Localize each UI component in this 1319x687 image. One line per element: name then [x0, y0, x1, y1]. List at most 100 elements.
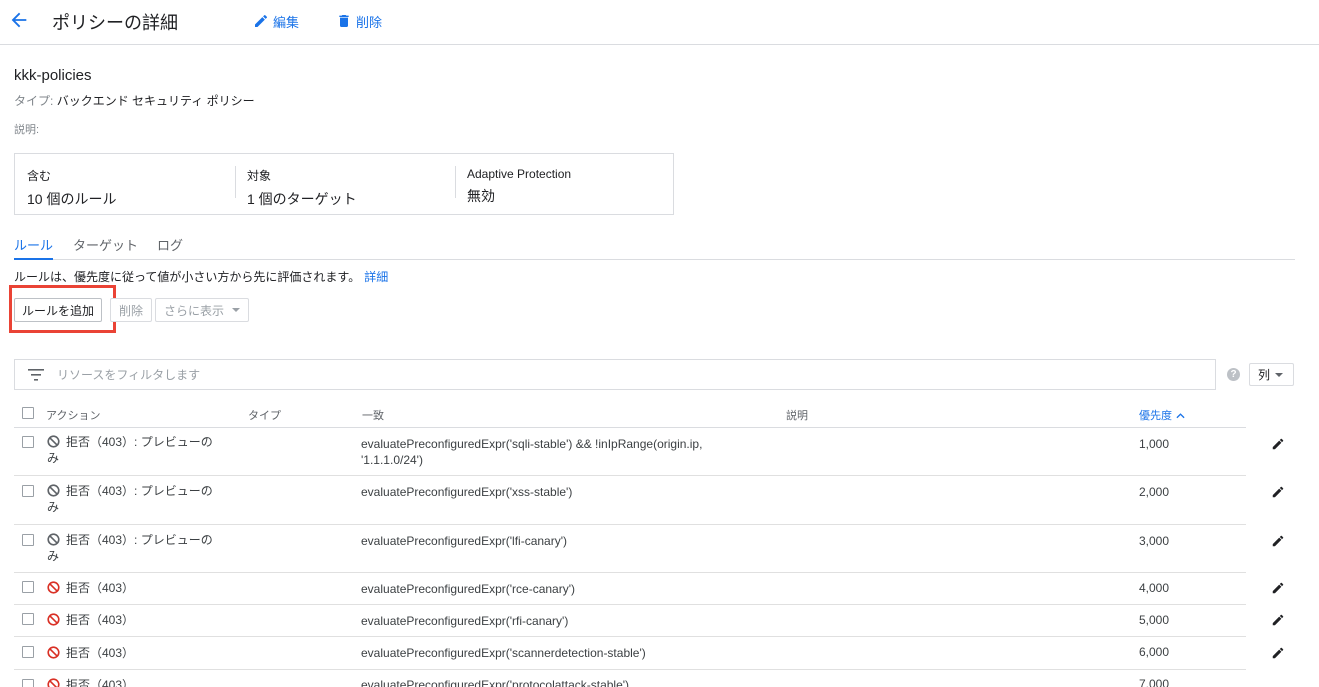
rule-action-label: 拒否（403）: プレビューのみ — [47, 484, 213, 514]
edit-pencil-icon[interactable] — [1271, 646, 1285, 660]
ban-icon — [47, 484, 60, 497]
page-title: ポリシーの詳細 — [52, 13, 178, 33]
edit-pencil-icon[interactable] — [1271, 613, 1285, 627]
header-priority[interactable]: 優先度 — [1139, 407, 1185, 423]
rule-action: 拒否（403）: プレビューのみ — [47, 532, 217, 564]
rule-action-label: 拒否（403）: プレビューのみ — [47, 435, 213, 465]
tab-bar: ルール ターゲット ログ — [14, 230, 1295, 260]
rules-info-text: ルールは、優先度に従って値が小さい方から先に評価されます。 — [14, 270, 361, 284]
table-row: 拒否（403）: プレビューのみ evaluatePreconfiguredEx… — [14, 428, 1284, 476]
summary-targets: 対象 1 個のターゲット — [235, 154, 455, 214]
table-row: 拒否（403） evaluatePreconfiguredExpr('rfi-c… — [14, 605, 1284, 637]
rule-match: evaluatePreconfiguredExpr('xss-stable') — [361, 485, 573, 499]
header-description[interactable]: 説明 — [786, 407, 808, 423]
filter-icon — [28, 369, 44, 381]
row-checkbox[interactable] — [22, 646, 34, 658]
edit-pencil-icon[interactable] — [1271, 581, 1285, 595]
row-checkbox[interactable] — [22, 679, 34, 687]
rule-action: 拒否（403）: プレビューのみ — [47, 483, 217, 515]
policy-name: kkk-policies — [14, 67, 92, 84]
trash-icon — [339, 15, 349, 27]
ban-icon — [47, 613, 60, 626]
edit-pencil-icon[interactable] — [1271, 437, 1285, 451]
more-button[interactable]: さらに表示 — [155, 298, 250, 322]
rule-action: 拒否（403） — [47, 580, 217, 596]
back-arrow-icon[interactable] — [8, 9, 30, 31]
rule-match: evaluatePreconfiguredExpr('rfi-canary') — [361, 614, 569, 628]
policy-type-label: タイプ: — [14, 94, 54, 108]
policy-type-value: バックエンド セキュリティ ポリシー — [56, 94, 255, 108]
table-row: 拒否（403） evaluatePreconfiguredExpr('proto… — [14, 670, 1246, 687]
columns-button[interactable]: 列 — [1249, 363, 1294, 386]
tab-rules[interactable]: ルール — [14, 235, 54, 260]
delete-rule-button[interactable]: 削除 — [110, 298, 153, 322]
learn-more-link[interactable]: 詳細 — [364, 270, 388, 284]
header-priority-label: 優先度 — [1139, 410, 1172, 422]
chevron-down-icon — [1275, 372, 1284, 377]
rule-action: 拒否（403）: プレビューのみ — [47, 434, 217, 466]
header-match[interactable]: 一致 — [362, 407, 384, 423]
row-checkbox[interactable] — [22, 613, 34, 625]
help-icon[interactable]: ? — [1227, 368, 1240, 381]
ban-icon — [47, 678, 60, 687]
rule-action: 拒否（403） — [47, 645, 217, 661]
rule-action-label: 拒否（403）: プレビューのみ — [47, 533, 213, 563]
rule-action-label: 拒否（403） — [66, 613, 135, 627]
rule-match: evaluatePreconfiguredExpr('scannerdetect… — [361, 646, 646, 660]
delete-button[interactable]: 削除 — [336, 12, 382, 30]
select-all-checkbox[interactable] — [22, 407, 34, 419]
rule-action-label: 拒否（403） — [66, 581, 135, 595]
rule-priority: 2,000 — [1139, 485, 1170, 499]
summary-label: 含む — [27, 169, 52, 183]
edit-label: 編集 — [273, 14, 300, 30]
table-row: 拒否（403） evaluatePreconfiguredExpr('scann… — [14, 637, 1284, 670]
table-row: 拒否（403） evaluatePreconfiguredExpr('rce-c… — [14, 573, 1284, 605]
ban-icon — [47, 435, 60, 448]
tab-logs[interactable]: ログ — [157, 235, 183, 260]
policy-type: タイプ: バックエンド セキュリティ ポリシー — [14, 92, 255, 109]
rule-priority: 3,000 — [1139, 534, 1170, 548]
row-checkbox[interactable] — [22, 581, 34, 593]
summary-label: 対象 — [247, 169, 272, 183]
summary-value: 10 個のルール — [27, 191, 117, 207]
filter-input[interactable] — [57, 366, 1197, 384]
edit-pencil-icon[interactable] — [1271, 534, 1285, 548]
edit-pencil-icon[interactable] — [1271, 485, 1285, 499]
add-rule-button[interactable]: ルールを追加 — [14, 298, 102, 322]
rule-priority: 1,000 — [1139, 437, 1170, 451]
rules-info: ルールは、優先度に従って値が小さい方から先に評価されます。 詳細 — [14, 268, 388, 285]
policy-description-label: 説明: — [14, 124, 40, 136]
edit-button[interactable]: 編集 — [253, 12, 299, 30]
row-checkbox[interactable] — [22, 436, 34, 448]
row-checkbox[interactable] — [22, 534, 34, 546]
rule-action: 拒否（403） — [47, 612, 217, 628]
rule-match: evaluatePreconfiguredExpr('sqli-stable')… — [361, 437, 703, 467]
header-type[interactable]: タイプ — [248, 407, 281, 423]
ban-icon — [47, 646, 60, 659]
ban-icon — [47, 533, 60, 546]
rule-match: evaluatePreconfiguredExpr('rce-canary') — [361, 582, 576, 596]
delete-label: 削除 — [356, 14, 383, 30]
columns-label: 列 — [1258, 368, 1271, 382]
filter-bar — [14, 359, 1216, 390]
summary-value: 無効 — [467, 188, 495, 204]
summary-box: 含む 10 個のルール 対象 1 個のターゲット Adaptive Protec… — [14, 153, 674, 215]
pencil-icon — [255, 14, 268, 27]
summary-value: 1 個のターゲット — [247, 191, 357, 207]
rule-match: evaluatePreconfiguredExpr('lfi-canary') — [361, 534, 568, 548]
summary-adaptive-protection: Adaptive Protection 無効 — [455, 154, 675, 214]
rule-action: 拒否（403） — [47, 677, 217, 687]
rule-priority: 4,000 — [1139, 581, 1170, 595]
rule-priority: 5,000 — [1139, 613, 1170, 627]
rule-priority: 7,000 — [1139, 677, 1170, 687]
row-checkbox[interactable] — [22, 485, 34, 497]
rule-match: evaluatePreconfiguredExpr('protocolattac… — [361, 678, 630, 687]
header-action[interactable]: アクション — [46, 407, 100, 423]
table-row: 拒否（403）: プレビューのみ evaluatePreconfiguredEx… — [14, 525, 1284, 573]
tab-targets[interactable]: ターゲット — [73, 235, 138, 260]
sort-ascending-icon — [1176, 412, 1185, 418]
ban-icon — [47, 581, 60, 594]
top-bar: ポリシーの詳細 編集 削除 — [0, 0, 1319, 45]
more-label: さらに表示 — [164, 303, 225, 318]
table-row: 拒否（403）: プレビューのみ evaluatePreconfiguredEx… — [14, 476, 1284, 525]
